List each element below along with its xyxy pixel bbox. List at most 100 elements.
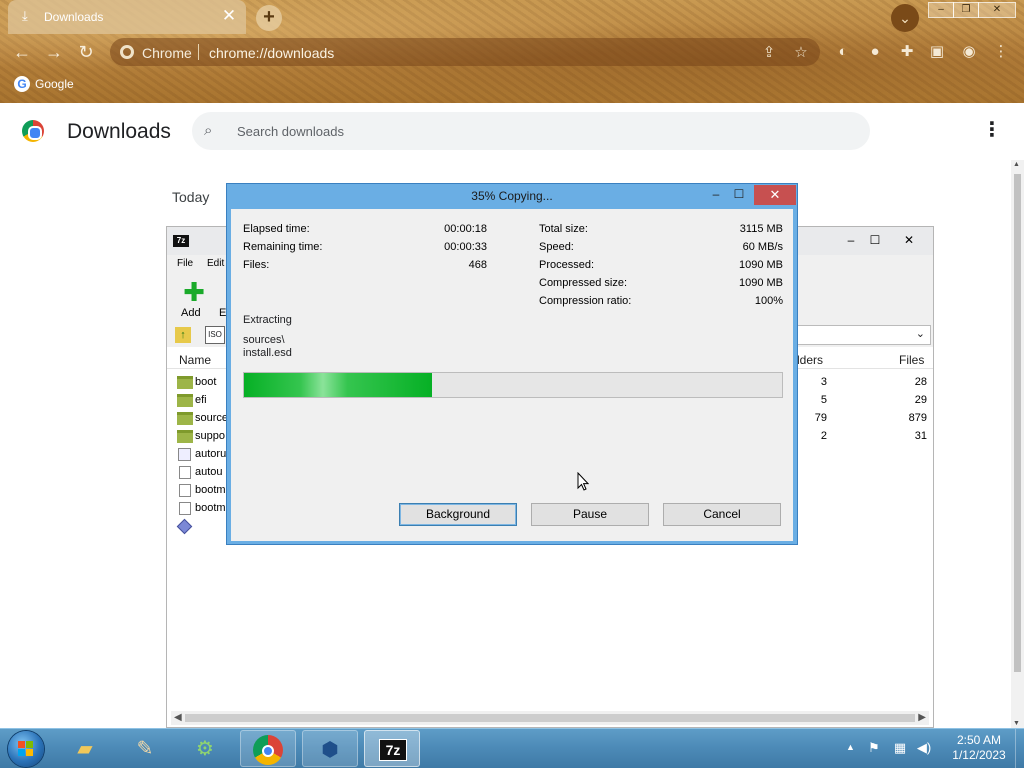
stat-total-size: Total size: 3115 MB	[539, 223, 783, 237]
cancel-button[interactable]: Cancel	[663, 503, 781, 526]
minimize-window-button[interactable]: –	[928, 2, 954, 18]
tab-downloads[interactable]: ⤓ Downloads ✕	[8, 0, 246, 34]
extension-flag-icon[interactable]: ◐	[833, 42, 853, 62]
close-window-button[interactable]: ✕	[978, 2, 1016, 18]
fm-maximize-button[interactable]: ☐	[865, 233, 885, 247]
new-tab-button[interactable]: +	[256, 5, 282, 31]
column-folders[interactable]: lders	[797, 353, 823, 367]
file-icon	[179, 502, 191, 515]
dialog-minimize-button[interactable]: –	[707, 187, 725, 203]
bookmark-google[interactable]: G Google	[14, 76, 74, 94]
network-app-icon: ⚙	[196, 738, 214, 760]
stat-value: 00:00:33	[444, 241, 487, 253]
flag-icon[interactable]: ⚑	[866, 740, 882, 756]
fm-horizontal-scrollbar[interactable]: ◀ ▶	[171, 711, 929, 725]
scroll-left-icon[interactable]: ◀	[174, 712, 182, 723]
download-icon: ⤓	[22, 8, 28, 23]
tab-search-button[interactable]: ⌄	[891, 4, 919, 32]
show-desktop-button[interactable]	[1015, 729, 1024, 768]
clock-date: 1/12/2023	[952, 748, 1006, 762]
page-scrollbar[interactable]: ▲ ▼	[1011, 160, 1024, 728]
add-button-label[interactable]: Add	[181, 307, 201, 319]
url-text: chrome://downloads	[209, 45, 335, 61]
row-folders: 79	[814, 412, 827, 424]
row-name: source	[195, 412, 229, 424]
row-name: bootm	[195, 502, 226, 514]
fm-close-button[interactable]: ✕	[899, 233, 919, 247]
dialog-close-button[interactable]: ✕	[754, 185, 796, 205]
7zip-icon: 7z	[173, 235, 189, 247]
row-folders: 2	[820, 430, 827, 442]
row-files: 28	[914, 376, 927, 388]
star-icon[interactable]: ☆	[792, 44, 810, 62]
extensions-icon[interactable]: ✚	[897, 42, 917, 62]
fm-minimize-button[interactable]: –	[841, 233, 861, 247]
search-placeholder: Search downloads	[237, 124, 344, 139]
add-icon[interactable]: ✚	[183, 279, 205, 305]
stat-label: Files:	[243, 259, 270, 271]
tab-close-button[interactable]: ✕	[220, 7, 238, 25]
menu-file[interactable]: File	[177, 258, 193, 269]
taskbar: ▰ ✎ ⚙ ⬢ 7z ▲ ⚑ ▦ ◀) 2:50 AM 1/12/2023	[0, 728, 1024, 768]
taskbar-paint[interactable]: ✎	[118, 730, 174, 767]
stat-speed: Speed: 60 MB/s	[539, 241, 783, 255]
address-bar[interactable]: Chrome chrome://downloads ⇪ ☆	[110, 38, 820, 66]
column-files[interactable]: Files	[899, 353, 924, 367]
tab-title: Downloads	[44, 10, 104, 24]
scroll-thumb[interactable]	[1014, 174, 1021, 672]
toolbar: ← → ↻ Chrome chrome://downloads ⇪ ☆ ◐ ● …	[0, 34, 1024, 70]
row-folders: 3	[820, 376, 827, 388]
row-name: bootm	[195, 484, 226, 496]
stat-remaining: Remaining time: 00:00:33	[243, 241, 487, 255]
current-path-folder: sources\	[243, 334, 285, 346]
scroll-up-icon[interactable]: ▲	[1013, 161, 1020, 168]
stat-files: Files: 468	[243, 259, 487, 273]
profile-icon[interactable]: ◉	[959, 42, 979, 62]
taskbar-explorer[interactable]: ▰	[58, 730, 114, 767]
folder-icon	[177, 376, 193, 389]
reload-button[interactable]: ↻	[74, 40, 98, 64]
show-hidden-icons-button[interactable]: ▲	[846, 742, 855, 752]
section-today: Today	[172, 189, 210, 205]
explorer-icon: ▰	[77, 738, 93, 760]
start-icon	[18, 741, 34, 757]
downloads-menu-button[interactable]: ⋮	[982, 119, 1002, 141]
share-icon[interactable]: ⇪	[760, 44, 778, 62]
taskbar-network-app[interactable]: ⚙	[178, 730, 234, 767]
side-panel-icon[interactable]: ▣	[927, 42, 947, 62]
pause-button[interactable]: Pause	[531, 503, 649, 526]
kebab-menu-icon[interactable]: ⋮	[991, 42, 1011, 62]
menu-edit[interactable]: Edit	[207, 258, 224, 269]
dialog-client-area: Elapsed time: 00:00:18 Remaining time: 0…	[231, 209, 793, 541]
avatar-extension-icon[interactable]: ●	[865, 42, 885, 62]
chrome-icon	[253, 735, 283, 765]
fm-hscroll-thumb[interactable]	[185, 714, 915, 722]
search-downloads-input[interactable]: ⌕ Search downloads	[192, 112, 870, 150]
stat-label: Processed:	[539, 259, 595, 271]
site-name: Chrome	[142, 45, 192, 61]
up-folder-icon[interactable]: ↑	[175, 327, 191, 343]
dialog-maximize-button[interactable]: ☐	[731, 187, 747, 203]
scroll-down-icon[interactable]: ▼	[1013, 720, 1020, 727]
taskbar-7zip[interactable]: 7z	[364, 730, 420, 767]
forward-button[interactable]: →	[42, 40, 66, 64]
volume-icon[interactable]: ◀)	[916, 740, 932, 756]
fm-address-dropdown[interactable]: ⌄	[797, 325, 931, 345]
stat-compressed-size: Compressed size: 1090 MB	[539, 277, 783, 291]
taskbar-virtualbox[interactable]: ⬢	[302, 730, 358, 767]
row-name: suppo	[195, 430, 225, 442]
chevron-down-icon[interactable]: ⌄	[916, 327, 925, 340]
stat-value: 468	[468, 259, 487, 271]
chrome-icon	[120, 45, 134, 59]
bookmarks-bar: G Google	[0, 72, 1024, 96]
column-name[interactable]: Name	[179, 353, 211, 367]
back-button[interactable]: ←	[10, 40, 34, 64]
taskbar-chrome[interactable]	[240, 730, 296, 767]
scroll-right-icon[interactable]: ▶	[918, 712, 926, 723]
network-icon[interactable]: ▦	[892, 740, 908, 756]
start-button[interactable]	[8, 731, 44, 767]
background-button[interactable]: Background	[399, 503, 517, 526]
system-clock[interactable]: 2:50 AM 1/12/2023	[944, 733, 1014, 763]
restore-window-button[interactable]: ❐	[953, 2, 979, 18]
drive-icon[interactable]: ISO	[205, 326, 225, 344]
